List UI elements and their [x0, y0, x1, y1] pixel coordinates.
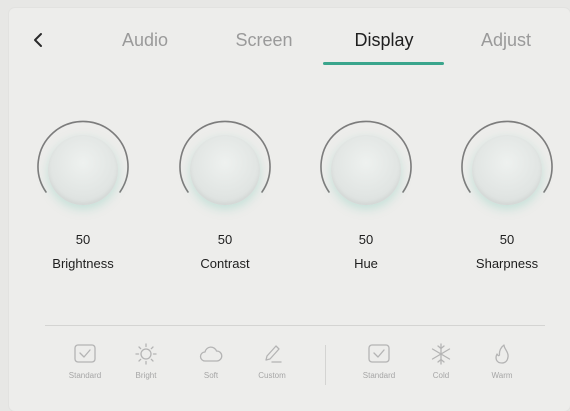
- contrast-label: Contrast: [200, 256, 250, 271]
- hue-label: Hue: [354, 256, 378, 271]
- pencil-icon: [265, 345, 282, 363]
- preset-temp-warm-label: Warm: [491, 371, 513, 380]
- brightness-knob[interactable]: [33, 120, 133, 220]
- back-button[interactable]: [31, 30, 47, 50]
- flame-icon: [495, 344, 509, 364]
- preset-mode-standard-label: Standard: [68, 371, 102, 380]
- tab-display[interactable]: Display: [343, 28, 425, 58]
- cloud-icon: [199, 346, 223, 362]
- preset-mode-custom-label: Custom: [258, 371, 286, 380]
- preset-temp-cold[interactable]: Cold: [413, 343, 469, 381]
- sharpness-value: 50: [499, 232, 515, 247]
- display-settings-panel: Audio Screen Display Adjust 50 Brightnes…: [9, 8, 570, 411]
- preset-mode-standard[interactable]: Standard: [57, 343, 113, 381]
- preset-temp-standard[interactable]: Standard: [351, 343, 407, 381]
- brightness-value: 50: [75, 232, 91, 247]
- hue-value: 50: [358, 232, 374, 247]
- contrast-knob[interactable]: [175, 120, 275, 220]
- contrast-value: 50: [217, 232, 233, 247]
- tab-adjust[interactable]: Adjust: [469, 28, 543, 58]
- chevron-left-icon: [34, 33, 42, 47]
- preset-mode-bright-label: Bright: [135, 371, 157, 380]
- sharpness-control: 50 Sharpness: [452, 120, 562, 272]
- brightness-label: Brightness: [52, 256, 114, 271]
- snowflake-icon: [431, 343, 451, 365]
- active-tab-indicator: [323, 62, 444, 65]
- hue-knob[interactable]: [316, 120, 416, 220]
- sun-icon: [135, 343, 157, 365]
- preset-mode-soft[interactable]: Soft: [183, 343, 239, 381]
- sharpness-label: Sharpness: [475, 256, 539, 271]
- brightness-control: 50 Brightness: [28, 120, 138, 272]
- preset-temp-warm[interactable]: Warm: [474, 343, 530, 381]
- contrast-control: 50 Contrast: [170, 120, 280, 272]
- preset-mode-soft-label: Soft: [203, 371, 219, 380]
- checkbox-icon: [74, 344, 96, 363]
- preset-mode-bright[interactable]: Bright: [118, 343, 174, 381]
- tab-audio[interactable]: Audio: [107, 28, 183, 58]
- checkbox-icon: [368, 344, 390, 363]
- preset-temp-standard-label: Standard: [362, 371, 396, 380]
- hue-control: 50 Hue: [311, 120, 421, 272]
- preset-temp-cold-label: Cold: [432, 371, 450, 380]
- tab-screen[interactable]: Screen: [224, 28, 304, 58]
- sharpness-knob[interactable]: [457, 120, 557, 220]
- preset-group-divider: [325, 345, 326, 385]
- preset-mode-custom[interactable]: Custom: [244, 343, 300, 381]
- section-divider: [45, 325, 545, 326]
